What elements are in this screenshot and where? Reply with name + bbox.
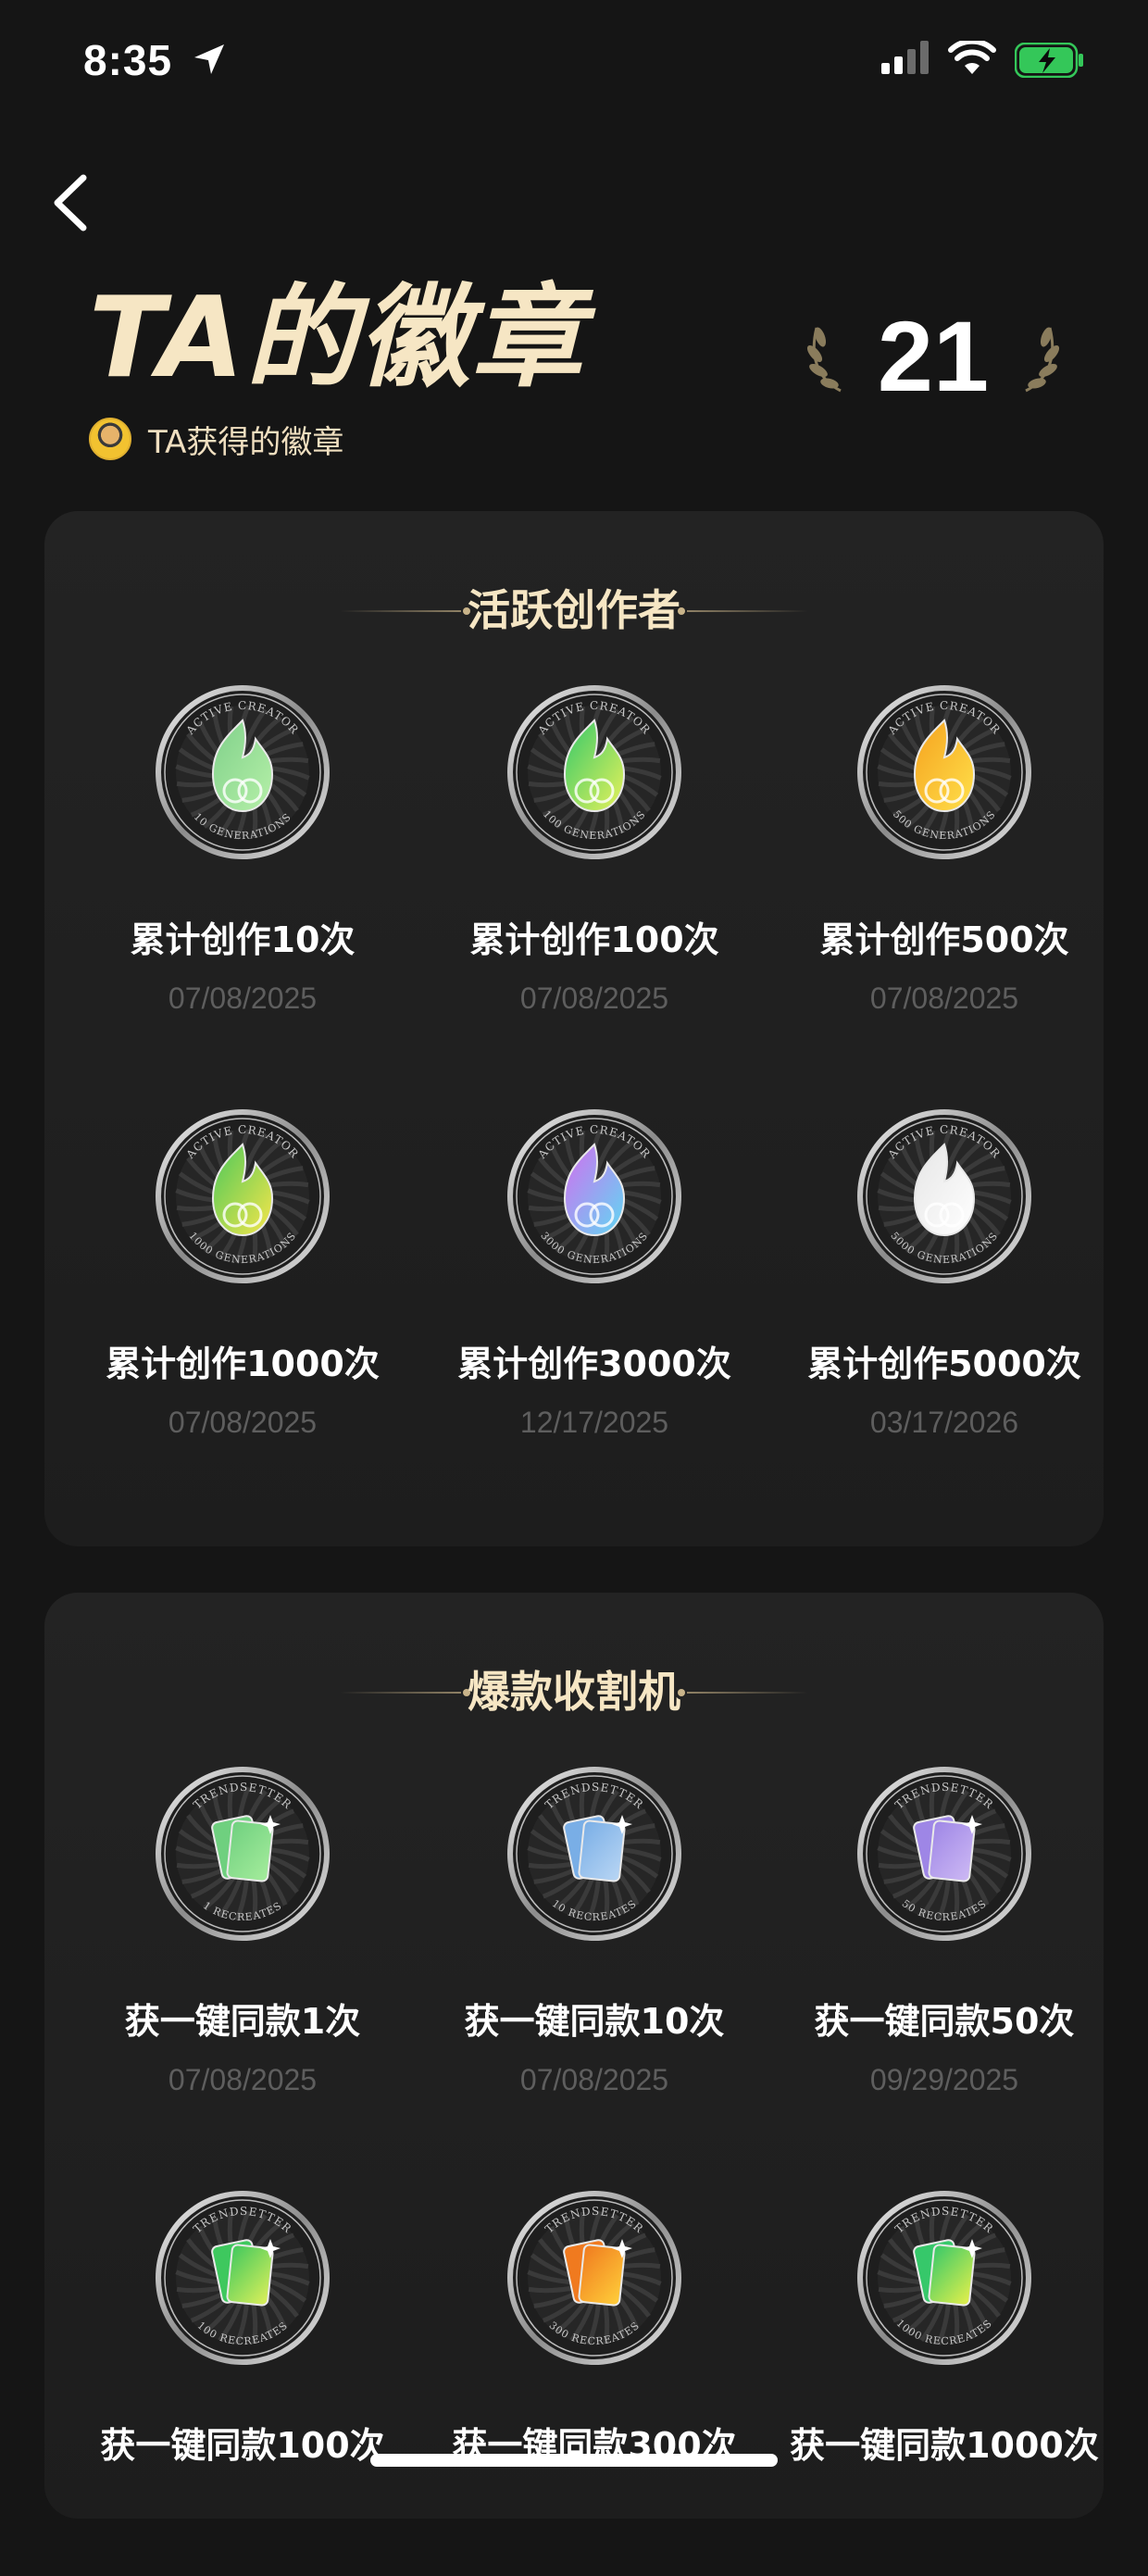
badge-date: 03/17/2026 [869,1406,1019,1439]
home-indicator[interactable] [370,2454,778,2467]
divider-dot [678,1689,685,1696]
badge-item[interactable]: ACTIVE CREATOR 10 GENERATIONS 累计创作10次 07/08… [67,682,418,1070]
back-button[interactable] [48,170,104,235]
badge-name: 累计创作10次 [130,919,356,960]
badge-item[interactable]: ACTIVE CREATOR 5000 GENERATIONS 累计创作5000次 0… [768,1106,1120,1494]
badge-item[interactable]: TRENDSETTER 300 RECREATES 获一键同款300次 [418,2187,770,2576]
badge-name: 获一键同款100次 [100,2425,385,2466]
trendsetter-medal-icon: TRENDSETTER 1 RECREATES [152,1763,333,1945]
page-title: TA的徽章 [89,274,585,403]
badge-date: 12/17/2025 [519,1406,669,1439]
badge-item[interactable]: TRENDSETTER 100 RECREATES 获一键同款100次 [67,2187,418,2576]
badge-date: 07/08/2025 [519,2063,669,2096]
section-header: 爆款收割机 [44,1659,1104,1724]
wifi-icon [948,41,996,74]
active-creator-medal-icon: ACTIVE CREATOR 3000 GENERATIONS [504,1106,685,1287]
trendsetter-medal-icon: TRENDSETTER 100 RECREATES [152,2187,333,2369]
trendsetter-medal-icon: TRENDSETTER 300 RECREATES [504,2187,685,2369]
trendsetter-medal-icon: TRENDSETTER 1000 RECREATES [854,2187,1035,2369]
badge-name: 获一键同款10次 [464,2001,725,2042]
laurel-icon [1025,327,1060,393]
section-header: 活跃创作者 [44,578,1104,643]
cellular-signal-icon [881,41,929,74]
active-creator-medal-icon: ACTIVE CREATOR 5000 GENERATIONS [854,1106,1035,1287]
badge-item[interactable]: ACTIVE CREATOR 500 GENERATIONS 累计创作500次 07/… [768,682,1120,1070]
section-active-creator: 活跃创作者 ACTIVE CREATOR 10 GENERATIONS 累计创作10… [44,511,1104,1546]
divider [687,610,807,612]
section-title: 爆款收割机 [468,1667,680,1717]
badge-item[interactable]: TRENDSETTER 50 RECREATES 获一键同款50次 09/29/202… [768,1763,1120,2152]
badge-date: 07/08/2025 [168,2063,318,2096]
badge-date: 09/29/2025 [869,2063,1019,2096]
battery-charging-icon [1015,43,1083,78]
subtitle: TA获得的徽章 [148,423,344,461]
chevron-left-icon [54,174,87,231]
badge-name: 获一键同款1次 [124,2001,361,2042]
badge-name: 累计创作100次 [469,919,719,960]
badge-item[interactable]: ACTIVE CREATOR 1000 GENERATIONS 累计创作1000次 0… [67,1106,418,1494]
active-creator-medal-icon: ACTIVE CREATOR 500 GENERATIONS [854,682,1035,863]
status-time: 8:35 [83,36,173,84]
subtitle-row: TA获得的徽章 [89,417,343,461]
badge-name: 获一键同款50次 [814,2001,1075,2042]
badge-date: 07/08/2025 [519,982,669,1015]
trendsetter-medal-icon: TRENDSETTER 50 RECREATES [854,1763,1035,1945]
status-bar: 8:35 [0,0,1148,130]
section-title: 活跃创作者 [468,585,680,635]
badge-item[interactable]: TRENDSETTER 1000 RECREATES 获一键同款1000次 [768,2187,1120,2576]
badge-item[interactable]: TRENDSETTER 1 RECREATES 获一键同款1次 07/08/2025 [67,1763,418,2152]
badge-item[interactable]: TRENDSETTER 10 RECREATES 获一键同款10次 07/08/202… [418,1763,770,2152]
badge-date: 07/08/2025 [168,982,318,1015]
badge-item[interactable]: ACTIVE CREATOR 100 GENERATIONS 累计创作100次 07/… [418,682,770,1070]
avatar[interactable] [89,418,131,460]
badge-name: 获一键同款1000次 [790,2425,1099,2466]
trendsetter-medal-icon: TRENDSETTER 10 RECREATES [504,1763,685,1945]
active-creator-medal-icon: ACTIVE CREATOR 10 GENERATIONS [152,682,333,863]
active-creator-medal-icon: ACTIVE CREATOR 100 GENERATIONS [504,682,685,863]
badge-item[interactable]: ACTIVE CREATOR 3000 GENERATIONS 累计创作3000次 1… [418,1106,770,1494]
badge-date: 07/08/2025 [869,982,1019,1015]
badge-name: 累计创作5000次 [807,1344,1081,1384]
divider [687,1692,807,1694]
section-trendsetter: 爆款收割机 TRENDSETTER 1 RECREATES 获一键同款1次 07/08… [44,1593,1104,2519]
location-arrow-icon [194,44,224,74]
divider-dot [678,607,685,615]
badge-name: 累计创作1000次 [106,1344,380,1384]
badge-name: 累计创作500次 [819,919,1069,960]
badge-count-group: 21 [804,296,1063,417]
badge-date: 07/08/2025 [168,1406,318,1439]
active-creator-medal-icon: ACTIVE CREATOR 1000 GENERATIONS [152,1106,333,1287]
badge-name: 累计创作3000次 [457,1344,731,1384]
